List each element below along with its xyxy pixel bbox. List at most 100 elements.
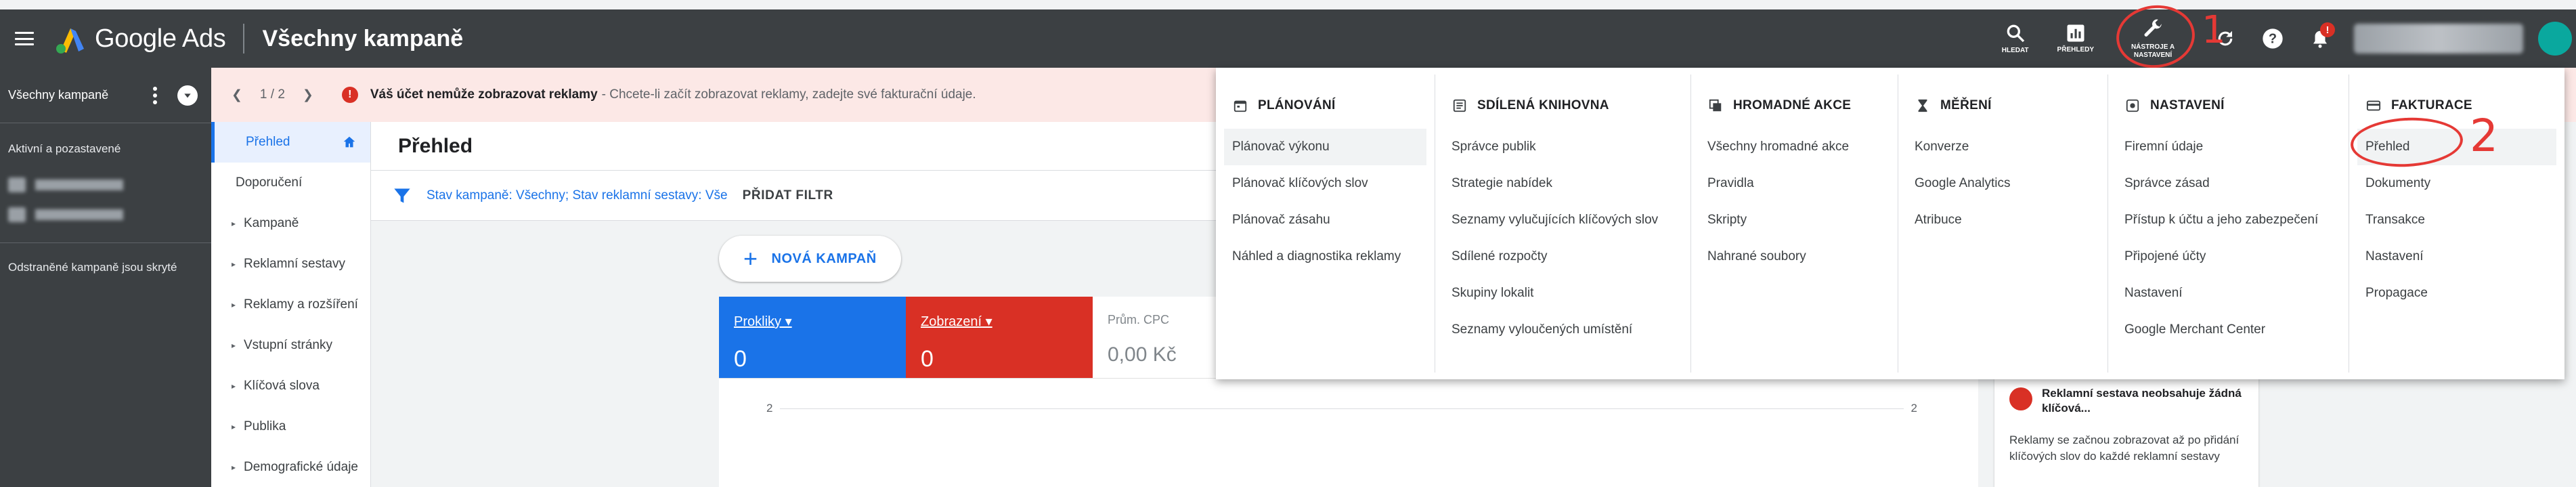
menu-item-keywords[interactable]: ▸ Klíčová slova	[211, 366, 370, 406]
hourglass-icon	[1915, 98, 1931, 114]
page-title[interactable]: Všechny kampaně	[262, 26, 463, 52]
column-heading: FAKTURACE	[2365, 98, 2556, 114]
tool-link[interactable]: Seznamy vyloučených umístění	[1443, 312, 1682, 348]
tool-link[interactable]: Nahrané soubory	[1699, 238, 1890, 275]
tool-link[interactable]: Správce zásad	[2116, 165, 2340, 202]
chevron-left-icon[interactable]: ❮	[232, 87, 242, 103]
performance-chart: 2 2	[719, 378, 1978, 487]
tool-link[interactable]: Nastavení	[2357, 238, 2556, 275]
library-icon	[1451, 98, 1468, 114]
menu-item-audiences[interactable]: ▸ Publika	[211, 406, 370, 447]
chevron-down-icon	[184, 93, 191, 98]
tool-link[interactable]: Plánovač výkonu	[1224, 129, 1426, 165]
bar-chart-icon	[2067, 24, 2084, 42]
metric-label[interactable]: Prokliky	[734, 313, 891, 330]
tool-link[interactable]: Strategie nabídek	[1443, 165, 1682, 202]
tool-link[interactable]: Seznamy vylučujících klíčových slov	[1443, 202, 1682, 238]
column-bulk-actions: HROMADNÉ AKCE Všechny hromadné akce Prav…	[1691, 75, 1898, 373]
tool-link[interactable]: Přístup k účtu a jeho zabezpečení	[2116, 202, 2340, 238]
menu-item-overview[interactable]: Přehled	[211, 122, 370, 163]
add-filter-button[interactable]: PŘIDAT FILTR	[743, 188, 833, 203]
tool-link[interactable]: Všechny hromadné akce	[1699, 129, 1890, 165]
plus-icon: +	[743, 245, 758, 272]
metric-value: 0	[734, 346, 747, 372]
google-ads-logo	[56, 28, 84, 54]
tool-link[interactable]: Plánovač klíčových slov	[1224, 165, 1426, 202]
filter-icon[interactable]	[393, 186, 412, 205]
tool-link[interactable]: Skupiny lokalit	[1443, 275, 1682, 312]
tool-link[interactable]: Náhled a diagnostika reklamy	[1224, 238, 1426, 275]
reports-button[interactable]: PŘEHLEDY	[2057, 23, 2094, 54]
column-measurement: MĚŘENÍ Konverze Google Analytics Atribuc…	[1898, 75, 2108, 373]
reports-label: PŘEHLEDY	[2057, 46, 2094, 54]
notifications-button[interactable]: !	[2307, 22, 2335, 52]
navigator-subtitle: Aktivní a pozastavené	[8, 142, 121, 155]
tool-link[interactable]: Konverze	[1906, 129, 2099, 165]
calendar-icon	[1232, 98, 1248, 114]
header-divider	[243, 24, 245, 54]
help-button[interactable]: ?	[2259, 25, 2286, 52]
metric-clicks[interactable]: Prokliky 0	[719, 297, 906, 378]
tool-link[interactable]: Firemní údaje	[2116, 129, 2340, 165]
avatar[interactable]	[2538, 22, 2572, 56]
card-text: Reklamy se začnou zobrazovat až po přidá…	[2009, 433, 2240, 463]
tool-link[interactable]: Atribuce	[1906, 202, 2099, 238]
tool-link[interactable]: Google Merchant Center	[2116, 312, 2340, 348]
tool-link[interactable]: Skripty	[1699, 202, 1890, 238]
recommendation-card[interactable]: Reklamní sestava neobsahuje žádná klíčov…	[1994, 378, 2258, 487]
tool-link[interactable]: Dokumenty	[2357, 165, 2556, 202]
menu-item-ads-extensions[interactable]: ▸ Reklamy a rozšíření	[211, 284, 370, 325]
chevron-right-icon[interactable]: ❯	[303, 87, 313, 103]
navigator-campaign[interactable]	[8, 203, 203, 226]
annotation-number-one: 1	[2202, 8, 2226, 52]
tools-settings-panel: PLÁNOVÁNÍ Plánovač výkonu Plánovač klíčo…	[1216, 68, 2564, 379]
hamburger-icon	[15, 32, 34, 45]
metric-label[interactable]: Zobrazení	[921, 313, 1078, 330]
menu-item-campaigns[interactable]: ▸ Kampaně	[211, 203, 370, 244]
expand-icon: ▸	[232, 381, 236, 391]
tool-link[interactable]: Správce publik	[1443, 129, 1682, 165]
tool-link[interactable]: Sdílené rozpočty	[1443, 238, 1682, 275]
navigator-campaign[interactable]	[8, 173, 203, 196]
column-billing: FAKTURACE Přehled Dokumenty Transakce Na…	[2349, 75, 2564, 373]
menu-item-recommendations[interactable]: Doporučení	[211, 163, 370, 203]
account-info[interactable]	[2354, 24, 2523, 54]
column-settings: NASTAVENÍ Firemní údaje Správce zásad Př…	[2108, 75, 2349, 373]
column-shared-library: SDÍLENÁ KNIHOVNA Správce publik Strategi…	[1435, 75, 1691, 373]
column-planning: PLÁNOVÁNÍ Plánovač výkonu Plánovač klíčo…	[1216, 75, 1435, 373]
settings-icon	[2124, 98, 2141, 114]
tool-link[interactable]: Transakce	[2357, 202, 2556, 238]
expand-icon: ▸	[232, 259, 236, 269]
notification-message: - Chcete-li začít zobrazovat reklamy, za…	[601, 87, 976, 102]
metric-tiles: Prokliky 0 Zobrazení 0 Prům. CPC 0,00 Kč	[719, 297, 1262, 378]
expand-icon: ▸	[232, 341, 236, 350]
pager-count: 1 / 2	[259, 87, 285, 102]
metric-impressions[interactable]: Zobrazení 0	[906, 297, 1093, 378]
search-button[interactable]: HLEDAT	[2002, 22, 2029, 55]
menu-item-ad-groups[interactable]: ▸ Reklamní sestavy	[211, 244, 370, 284]
menu-item-demographics[interactable]: ▸ Demografické údaje	[211, 447, 370, 487]
menu-button[interactable]	[0, 9, 49, 68]
search-icon	[2007, 24, 2024, 43]
tool-link[interactable]: Připojené účty	[2116, 238, 2340, 275]
expand-icon: ▸	[232, 422, 236, 431]
home-icon	[343, 136, 355, 148]
search-label: HLEDAT	[2001, 47, 2029, 54]
new-campaign-button[interactable]: + NOVÁ KAMPAŇ	[719, 236, 901, 282]
svg-text:?: ?	[2269, 32, 2277, 47]
filter-summary[interactable]: Stav kampaně: Všechny; Stav reklamní ses…	[427, 188, 728, 203]
collapse-button[interactable]	[177, 85, 198, 106]
tool-link[interactable]: Nastavení	[2116, 275, 2340, 312]
column-heading: MĚŘENÍ	[1915, 98, 2099, 114]
tool-link[interactable]: Google Analytics	[1906, 165, 2099, 202]
tool-link[interactable]: Plánovač zásahu	[1224, 202, 1426, 238]
brand-name: Google Ads	[95, 24, 226, 53]
menu-item-landing-pages[interactable]: ▸ Vstupní stránky	[211, 325, 370, 366]
tool-link[interactable]: Propagace	[2357, 275, 2556, 312]
overview-title: Přehled	[371, 122, 1251, 171]
navigator-title[interactable]: Všechny kampaně	[8, 88, 108, 102]
filter-bar: Stav kampaně: Všechny; Stav reklamní ses…	[371, 171, 1251, 221]
tool-link[interactable]: Pravidla	[1699, 165, 1890, 202]
expand-icon: ▸	[232, 300, 236, 310]
more-vert-icon[interactable]	[153, 86, 157, 104]
